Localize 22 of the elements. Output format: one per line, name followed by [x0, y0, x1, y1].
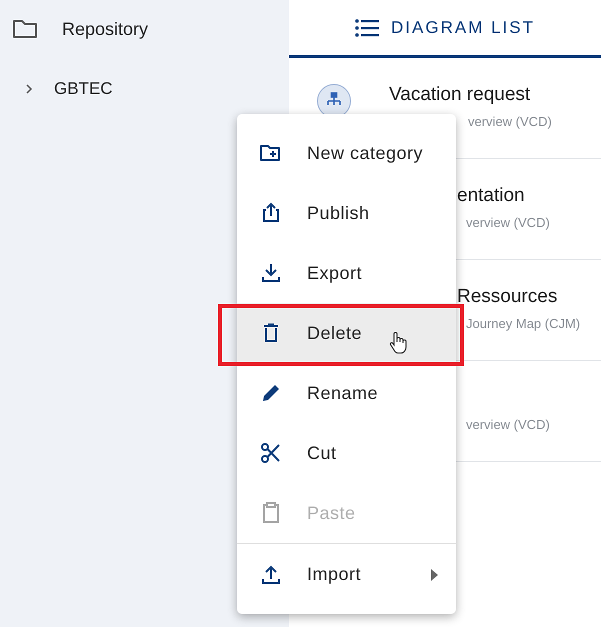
hand-cursor-icon [389, 332, 407, 354]
diagram-subtitle: verview (VCD) [466, 214, 550, 232]
diagram-subtitle: Journey Map (CJM) [466, 315, 580, 333]
menu-item[interactable]: Import [237, 544, 456, 605]
diagram-title[interactable]: Ressources [457, 286, 580, 308]
diagram-subtitle: verview (VCD) [466, 416, 550, 434]
download-icon [259, 261, 283, 285]
menu-item[interactable]: Publish [237, 183, 456, 243]
menu-item[interactable]: New category [237, 123, 456, 183]
list-icon [355, 18, 380, 38]
diagram-title[interactable]: entation [457, 185, 550, 207]
menu-item[interactable]: Export [237, 243, 456, 303]
menu-item[interactable]: Cut [237, 423, 456, 483]
diagram-list-tab[interactable]: DIAGRAM LIST [289, 0, 601, 58]
tree-root-label[interactable]: Repository [62, 16, 148, 42]
chevron-icon[interactable] [24, 83, 34, 95]
tree-item-label[interactable]: GBTEC [54, 76, 113, 102]
diagram-subtitle: verview (VCD) [468, 113, 552, 131]
folder-icon [12, 18, 38, 40]
diagram-title[interactable]: Vacation request [389, 84, 552, 106]
menu-item[interactable]: Delete [237, 303, 456, 363]
menu-item[interactable]: Rename [237, 363, 456, 423]
